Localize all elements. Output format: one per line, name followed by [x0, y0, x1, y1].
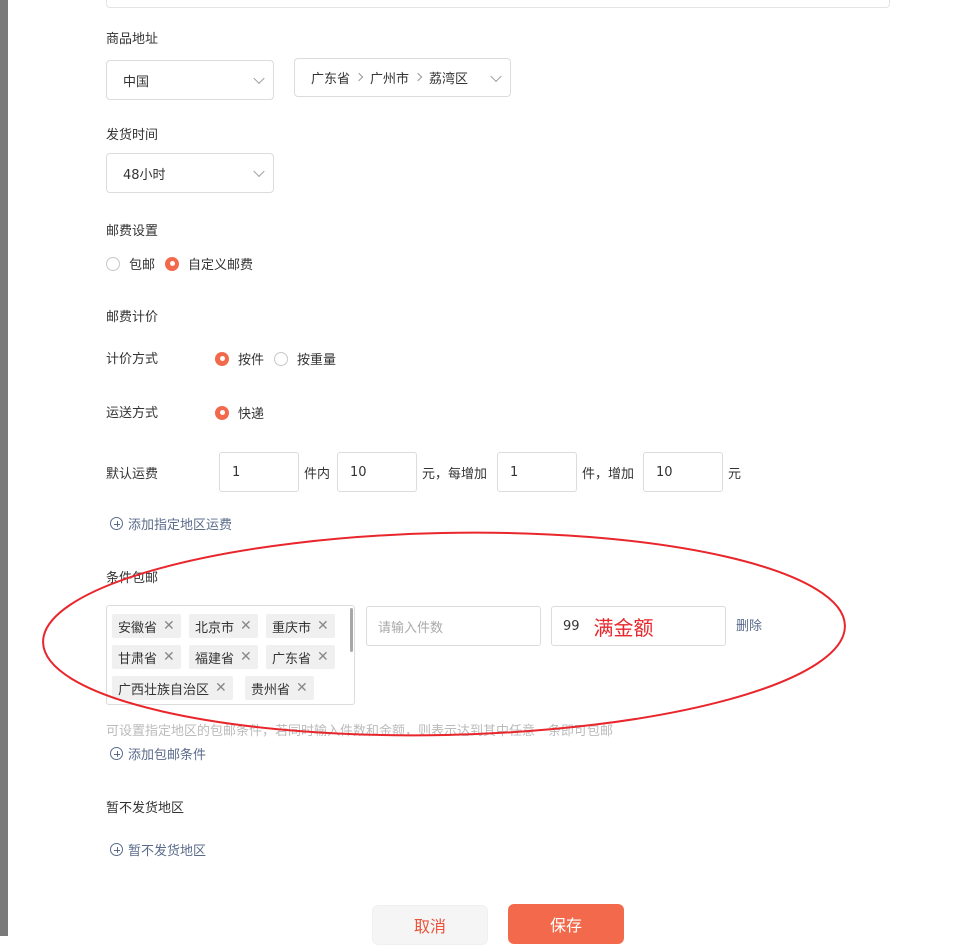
- unit-within: 件内: [304, 467, 331, 482]
- radio-custom-postage[interactable]: [165, 256, 180, 271]
- postage-pricing-label: 邮费计价: [106, 310, 159, 325]
- city-value: 广州市: [370, 72, 410, 87]
- cancel-button[interactable]: 取消: [372, 905, 488, 945]
- plus-circle-icon: [110, 843, 123, 856]
- amount-input[interactable]: 99 满金额: [551, 606, 726, 646]
- shipping-method-radios: 快递: [215, 403, 274, 422]
- region-tag: 重庆市 ✕: [266, 614, 335, 638]
- chevron-right-icon: [354, 72, 364, 82]
- shipping-method-label: 运送方式: [106, 406, 159, 421]
- no-delivery-label: 暂不发货地区: [106, 801, 185, 816]
- region-tag: 甘肃省 ✕: [112, 645, 181, 669]
- radio-by-weight[interactable]: [274, 351, 289, 366]
- province-value: 广东省: [311, 72, 351, 87]
- region-cascader[interactable]: 广东省 广州市 荔湾区: [294, 58, 511, 97]
- pricing-method-label: 计价方式: [106, 352, 159, 367]
- region-tag: 福建省 ✕: [189, 645, 258, 669]
- add-condition-link[interactable]: 添加包邮条件: [110, 744, 206, 763]
- district-value: 荔湾区: [429, 72, 469, 87]
- delivery-time-label: 发货时间: [106, 128, 159, 143]
- close-icon[interactable]: ✕: [240, 618, 252, 634]
- delivery-time-value: 48小时: [123, 167, 166, 183]
- default-fee-label: 默认运费: [106, 467, 159, 482]
- radio-express-label: 快递: [238, 407, 265, 422]
- address-label: 商品地址: [106, 32, 159, 47]
- radio-free-shipping-label: 包邮: [129, 258, 156, 273]
- add-region-fee-link[interactable]: 添加指定地区运费: [110, 514, 232, 533]
- region-tag-text: 贵州省: [251, 682, 291, 698]
- unit-yuan: 元: [728, 467, 742, 482]
- region-tag-text: 重庆市: [272, 620, 312, 636]
- country-value: 中国: [123, 74, 150, 90]
- region-tag-text: 广东省: [272, 651, 312, 667]
- region-tag-text: 北京市: [195, 620, 235, 636]
- add-region-fee-text: 添加指定地区运费: [128, 518, 233, 533]
- first-count-input[interactable]: 1: [219, 452, 299, 492]
- add-count-input[interactable]: 1: [497, 452, 577, 492]
- close-icon[interactable]: ✕: [240, 649, 252, 665]
- postage-setting-radios: 包邮 自定义邮费: [106, 254, 263, 273]
- close-icon[interactable]: ✕: [163, 649, 175, 665]
- region-tag: 贵州省 ✕: [245, 676, 314, 700]
- unit-each-add: 元，每增加: [422, 467, 488, 482]
- plus-circle-icon: [110, 517, 123, 530]
- radio-by-piece[interactable]: [215, 351, 229, 366]
- radio-by-piece-label: 按件: [238, 353, 265, 368]
- chevron-down-icon: [253, 72, 265, 85]
- region-tag-text: 安徽省: [118, 620, 158, 636]
- chevron-right-icon: [413, 72, 423, 82]
- save-button[interactable]: 保存: [508, 904, 624, 944]
- tag-box-scrollbar[interactable]: [350, 608, 353, 652]
- first-fee-input[interactable]: 10: [337, 452, 417, 492]
- delivery-time-select[interactable]: 48小时: [106, 153, 274, 193]
- close-icon[interactable]: ✕: [317, 618, 329, 634]
- left-scroll-bar: [0, 0, 8, 936]
- region-tag-select[interactable]: 安徽省 ✕ 北京市 ✕ 重庆市 ✕ 甘肃省 ✕ 福建省 ✕ 广东省 ✕ 广西壮族自治区 ✕ 贵…: [106, 605, 355, 705]
- region-tag: 广西壮族自治区 ✕: [112, 676, 233, 700]
- close-icon[interactable]: ✕: [317, 649, 329, 665]
- radio-by-weight-label: 按重量: [297, 353, 337, 368]
- region-tag: 安徽省 ✕: [112, 614, 181, 638]
- region-tag: 北京市 ✕: [189, 614, 258, 638]
- region-tag-text: 甘肃省: [118, 651, 158, 667]
- region-tag-text: 福建省: [195, 651, 235, 667]
- conditional-free-label: 条件包邮: [106, 571, 159, 586]
- chevron-down-icon: [253, 165, 265, 178]
- amount-annotation: 满金额: [593, 615, 654, 640]
- close-icon[interactable]: ✕: [163, 618, 175, 634]
- unit-add: 件，增加: [582, 467, 635, 482]
- region-tag-text: 广西壮族自治区: [118, 682, 210, 698]
- count-input[interactable]: 请输入件数: [366, 606, 541, 646]
- pricing-method-radios: 按件 按重量: [215, 349, 346, 368]
- add-fee-input[interactable]: 10: [643, 452, 723, 492]
- radio-express[interactable]: [215, 405, 229, 420]
- add-no-delivery-text: 暂不发货地区: [128, 844, 207, 859]
- add-no-delivery-link[interactable]: 暂不发货地区: [110, 840, 206, 859]
- delete-link[interactable]: 删除: [736, 615, 762, 634]
- radio-free-shipping[interactable]: [106, 256, 120, 271]
- add-condition-text: 添加包邮条件: [128, 748, 207, 763]
- count-input-placeholder: 请输入件数: [378, 620, 444, 636]
- plus-circle-icon: [110, 747, 123, 760]
- region-tag: 广东省 ✕: [266, 645, 335, 669]
- country-select[interactable]: 中国: [106, 60, 274, 100]
- amount-value: 99: [563, 618, 580, 634]
- chevron-down-icon: [490, 70, 502, 82]
- close-icon[interactable]: ✕: [215, 680, 227, 696]
- radio-custom-postage-label: 自定义邮费: [188, 258, 254, 273]
- top-text-field[interactable]: [106, 0, 890, 8]
- close-icon[interactable]: ✕: [296, 680, 308, 696]
- conditional-free-hint: 可设置指定地区的包邮条件，若同时输入件数和金额，则表示达到其中任意一条即可包邮: [106, 724, 614, 739]
- postage-setting-label: 邮费设置: [106, 224, 159, 239]
